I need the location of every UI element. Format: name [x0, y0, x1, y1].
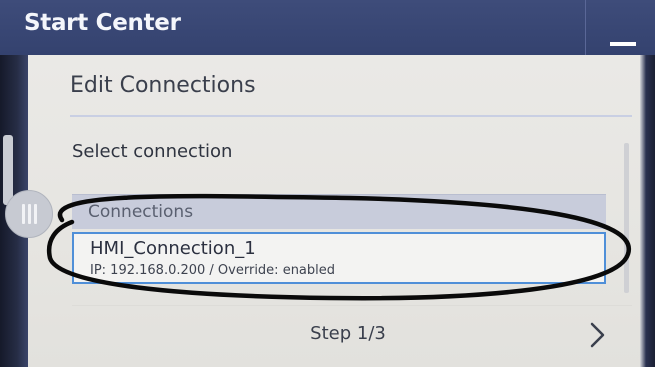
list-header-label: Connections — [88, 202, 194, 222]
side-tab[interactable] — [3, 135, 13, 205]
connection-details: IP: 192.168.0.200 / Override: enabled — [90, 263, 336, 278]
next-button[interactable] — [578, 313, 618, 357]
footer-divider — [72, 305, 632, 306]
section-label: Select connection — [72, 141, 233, 162]
panel-title: Edit Connections — [70, 73, 256, 98]
hmi-screen: Start Center Edit Connections Select con… — [0, 0, 655, 367]
drag-handle[interactable] — [5, 190, 53, 238]
grip-line — [34, 204, 37, 224]
minimize-icon — [610, 42, 636, 46]
window-title: Start Center — [24, 10, 181, 36]
right-edge — [640, 55, 655, 367]
title-separator — [585, 0, 586, 55]
step-indicator: Step 1/3 — [310, 323, 386, 344]
grip-line — [22, 204, 25, 224]
title-divider — [70, 115, 632, 117]
scrollbar[interactable] — [624, 143, 629, 293]
minimize-button[interactable] — [590, 0, 655, 55]
grip-line — [28, 204, 31, 224]
connections-list-header: Connections — [72, 194, 606, 229]
title-bar: Start Center — [0, 0, 655, 55]
chevron-right-icon — [590, 322, 605, 348]
edit-connections-panel: Edit Connections Select connection Conne… — [28, 55, 640, 367]
connection-list-item[interactable]: HMI_Connection_1 IP: 192.168.0.200 / Ove… — [72, 232, 606, 284]
connection-name: HMI_Connection_1 — [90, 238, 256, 259]
